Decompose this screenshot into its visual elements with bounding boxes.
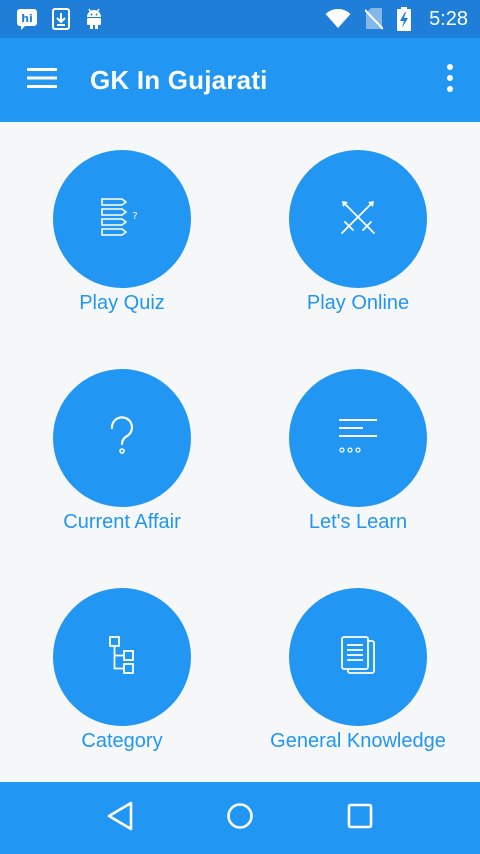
lets-learn-button[interactable] <box>289 369 427 507</box>
wifi-icon <box>325 9 351 29</box>
app-bar: GK In Gujarati <box>0 38 480 122</box>
tree-hierarchy-icon <box>108 635 136 680</box>
status-right-icons: 5:28 <box>325 7 468 31</box>
quiz-list-icon: ? <box>100 197 144 242</box>
tile-label: Current Affair <box>63 511 181 533</box>
tile-current-affair[interactable]: Current Affair <box>2 341 242 560</box>
tile-category[interactable]: Category <box>2 560 242 779</box>
download-icon <box>52 8 70 30</box>
no-sim-icon <box>365 8 384 30</box>
play-quiz-button[interactable]: ? <box>53 150 191 288</box>
tile-play-quiz[interactable]: ? Play Quiz <box>2 122 242 341</box>
play-online-button[interactable] <box>289 150 427 288</box>
recents-icon <box>347 803 373 834</box>
menu-button[interactable] <box>0 38 84 122</box>
tile-label: Let's Learn <box>308 511 408 533</box>
question-mark-icon <box>107 415 137 461</box>
home-icon <box>226 802 254 835</box>
svg-text:?: ? <box>132 211 137 222</box>
general-knowledge-button[interactable] <box>289 588 427 726</box>
back-icon <box>106 801 134 836</box>
tile-label: Category <box>81 730 163 752</box>
document-icon <box>340 635 376 680</box>
hike-icon: hi <box>16 8 38 30</box>
text-lines-icon <box>337 416 379 461</box>
hamburger-menu-icon <box>27 67 57 94</box>
nav-home-button[interactable] <box>210 788 270 848</box>
tile-general-knowledge[interactable]: General Knowledge <box>238 560 478 779</box>
navigation-bar <box>0 782 480 854</box>
nav-recents-button[interactable] <box>330 788 390 848</box>
app-title: GK In Gujarati <box>90 64 268 95</box>
status-left-icons: hi <box>16 8 104 30</box>
menu-grid: ? Play Quiz Play Online Current Affair L… <box>0 122 480 782</box>
android-icon <box>84 8 104 30</box>
overflow-menu-button[interactable] <box>420 38 480 122</box>
nav-back-button[interactable] <box>90 788 150 848</box>
status-bar: hi 5:28 <box>0 0 480 38</box>
crossed-swords-icon <box>338 197 378 242</box>
tile-label: Play Quiz <box>79 292 165 314</box>
tile-label: Play Online <box>306 292 410 314</box>
svg-text:hi: hi <box>21 12 33 25</box>
category-button[interactable] <box>53 588 191 726</box>
tile-lets-learn[interactable]: Let's Learn <box>238 341 478 560</box>
battery-charging-icon <box>397 7 412 31</box>
tile-play-online[interactable]: Play Online <box>238 122 478 341</box>
tile-label: General Knowledge <box>270 730 446 752</box>
status-time: 5:28 <box>429 7 468 30</box>
current-affair-button[interactable] <box>53 369 191 507</box>
more-vertical-icon <box>446 63 454 98</box>
